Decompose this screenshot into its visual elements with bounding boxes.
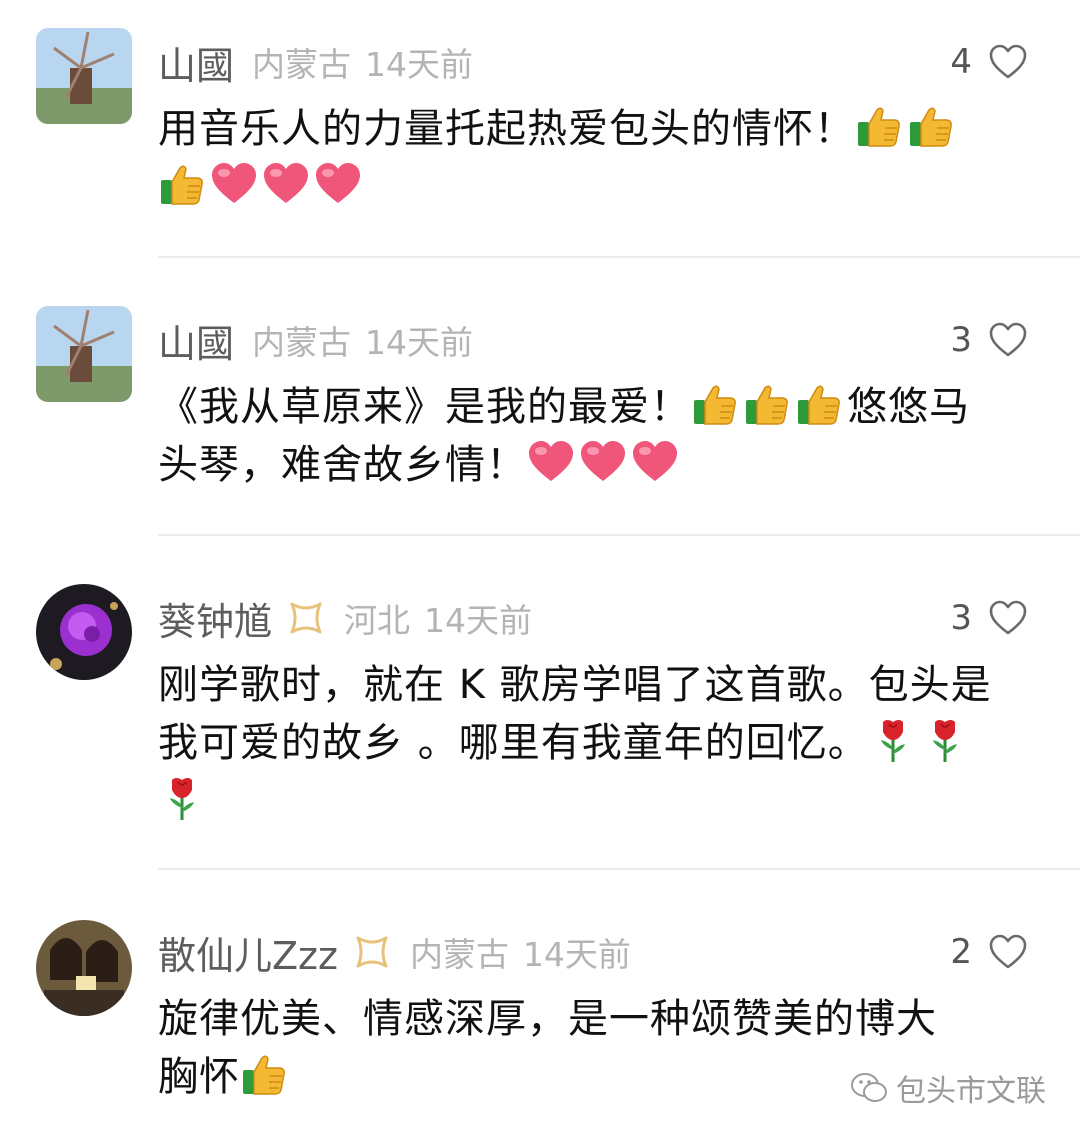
username[interactable]: 散仙儿Zzz	[158, 925, 338, 980]
comment-meta: 山國 内蒙古 14天前	[158, 312, 473, 368]
username[interactable]: 葵钟馗	[158, 591, 272, 646]
comment-line: 头琴，难舍故乡情！	[158, 442, 527, 488]
heart-outline-icon[interactable]	[988, 43, 1028, 81]
like-button[interactable]: 4	[950, 34, 1028, 90]
divider	[158, 534, 1080, 536]
avatar[interactable]	[36, 306, 132, 402]
thumbs-up-icon	[907, 102, 955, 150]
like-count: 2	[950, 932, 972, 972]
timestamp: 14天前	[424, 601, 533, 640]
rose-icon	[869, 716, 917, 764]
thumbs-up-icon	[240, 1050, 288, 1098]
timestamp: 14天前	[522, 935, 631, 974]
comment-text: 用音乐人的力量托起热爱包头的情怀！	[158, 100, 1038, 216]
heart-outline-icon[interactable]	[988, 599, 1028, 637]
vip-badge-icon	[352, 932, 392, 972]
comment-line: 我可爱的故乡 。哪里有我童年的回忆。	[158, 720, 869, 766]
avatar[interactable]	[36, 28, 132, 124]
comment-meta: 山國 内蒙古 14天前	[158, 34, 473, 90]
like-count: 4	[950, 42, 972, 82]
location: 河北	[344, 601, 411, 640]
comment-meta: 散仙儿Zzz 内蒙古 14天前	[158, 924, 631, 980]
like-count: 3	[950, 320, 972, 360]
comment-meta: 葵钟馗 河北 14天前	[158, 590, 532, 646]
heart-icon	[262, 160, 310, 208]
vip-badge-icon	[286, 598, 326, 638]
comment-line: 悠悠马	[847, 384, 970, 430]
thumbs-up-icon	[855, 102, 903, 150]
like-button[interactable]: 3	[950, 312, 1028, 368]
rose-icon	[158, 774, 206, 822]
watermark: 包头市文联	[850, 1066, 1046, 1110]
heart-outline-icon[interactable]	[988, 321, 1028, 359]
avatar[interactable]	[36, 920, 132, 1016]
thumbs-up-icon	[795, 380, 843, 428]
rose-icon	[921, 716, 969, 764]
thumbs-up-icon	[743, 380, 791, 428]
heart-icon	[210, 160, 258, 208]
comment-line: 旋律优美、情感深厚，是一种颂赞美的博大	[158, 996, 937, 1042]
heart-outline-icon[interactable]	[988, 933, 1028, 971]
comment-line: 《我从草原来》是我的最爱！	[158, 384, 691, 430]
comment-text: 《我从草原来》是我的最爱！ 悠悠马 头琴，难舍故乡情！	[158, 378, 1038, 494]
timestamp: 14天前	[365, 323, 474, 362]
comment-text: 刚学歌时，就在 K 歌房学唱了这首歌。包头是 我可爱的故乡 。哪里有我童年的回忆…	[158, 656, 1038, 830]
divider	[158, 868, 1080, 870]
location: 内蒙古	[252, 323, 352, 362]
comment-line: 刚学歌时，就在 K 歌房学唱了这首歌。包头是	[158, 662, 992, 708]
thumbs-up-icon	[158, 160, 206, 208]
like-button[interactable]: 2	[950, 924, 1028, 980]
divider	[158, 256, 1080, 258]
heart-icon	[527, 438, 575, 486]
username[interactable]: 山國	[158, 35, 234, 90]
heart-icon	[314, 160, 362, 208]
like-button[interactable]: 3	[950, 590, 1028, 646]
heart-icon	[579, 438, 627, 486]
wechat-icon	[851, 1073, 887, 1102]
comment-line: 用音乐人的力量托起热爱包头的情怀！	[158, 106, 855, 152]
thumbs-up-icon	[691, 380, 739, 428]
watermark-text: 包头市文联	[896, 1074, 1046, 1109]
timestamp: 14天前	[365, 45, 474, 84]
comment-line: 胸怀	[158, 1054, 240, 1100]
location: 内蒙古	[409, 935, 509, 974]
avatar[interactable]	[36, 584, 132, 680]
heart-icon	[631, 438, 679, 486]
username[interactable]: 山國	[158, 313, 234, 368]
location: 内蒙古	[252, 45, 352, 84]
like-count: 3	[950, 598, 972, 638]
